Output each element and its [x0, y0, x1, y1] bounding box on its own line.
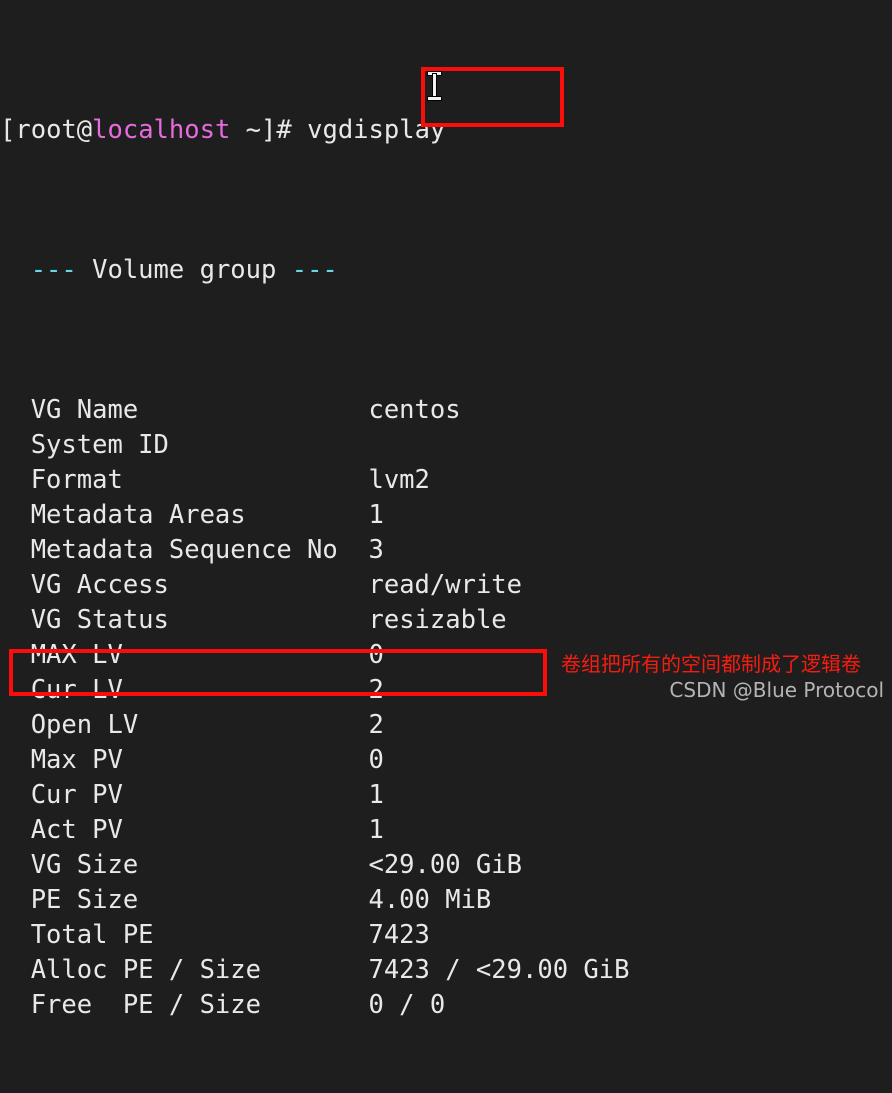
- vg-field-row: VG Name centos: [0, 393, 892, 428]
- vg-field-row: VG Status resizable: [0, 603, 892, 638]
- vg-field-gap: [246, 500, 369, 530]
- vg-field-row: Open LV 2: [0, 708, 892, 743]
- vg-field-label: Alloc PE / Size: [0, 955, 261, 985]
- vg-field-row: Cur PV 1: [0, 778, 892, 813]
- vg-field-value: 7423 / <29.00 GiB: [368, 955, 630, 985]
- vg-field-label: MAX LV: [0, 640, 123, 670]
- vg-field-row: Metadata Areas 1: [0, 498, 892, 533]
- vg-field-value: 0: [368, 745, 384, 775]
- vg-field-value: 7423: [368, 920, 430, 950]
- vg-field-gap: [123, 815, 369, 845]
- vg-field-value: 2: [368, 710, 384, 740]
- vg-field-label: VG Size: [0, 850, 139, 880]
- header-left-dashes: ---: [0, 255, 93, 285]
- vg-field-list: VG Name centos System ID Format lvm2 Met…: [0, 393, 892, 1023]
- vg-field-value: 3: [368, 535, 384, 565]
- vg-field-row: Act PV 1: [0, 813, 892, 848]
- vg-field-value: 1: [368, 815, 384, 845]
- vg-field-gap: [138, 885, 368, 915]
- vg-field-value: 0: [368, 640, 384, 670]
- text-ibeam-cursor-icon: [428, 71, 442, 101]
- vg-field-gap: [169, 430, 369, 460]
- vg-field-gap: [123, 465, 369, 495]
- vg-field-gap: [138, 850, 368, 880]
- prompt-path: ~: [230, 115, 262, 145]
- vg-field-gap: [123, 640, 369, 670]
- vg-field-row: Max PV 0: [0, 743, 892, 778]
- vg-field-gap: [261, 990, 368, 1020]
- prompt-hostname: localhost: [92, 115, 231, 145]
- vg-field-value: <29.00 GiB: [368, 850, 522, 880]
- header-right-dashes: ---: [276, 255, 338, 285]
- vg-field-gap: [169, 570, 369, 600]
- vg-field-label: Cur PV: [0, 780, 123, 810]
- prompt-open-bracket: [: [0, 115, 16, 145]
- vg-field-label: Max PV: [0, 745, 123, 775]
- vg-field-value: resizable: [368, 605, 507, 635]
- prompt-at-symbol: @: [76, 115, 93, 145]
- vg-field-label: Act PV: [0, 815, 123, 845]
- vg-field-gap: [261, 955, 368, 985]
- vg-field-label: VG Name: [0, 395, 139, 425]
- vg-field-gap: [123, 675, 369, 705]
- prompt-sigil: #: [276, 115, 308, 145]
- vg-field-label: Total PE: [0, 920, 154, 950]
- volume-group-header-line: --- Volume group ---: [0, 253, 892, 288]
- ibeam-bottom-serif: [428, 97, 441, 100]
- vg-field-value: lvm2: [368, 465, 430, 495]
- vg-field-row: Alloc PE / Size 7423 / <29.00 GiB: [0, 953, 892, 988]
- vg-field-label: VG Access: [0, 570, 169, 600]
- vg-field-gap: [138, 710, 368, 740]
- prompt-close-bracket: ]: [261, 115, 277, 145]
- vg-field-label: PE Size: [0, 885, 139, 915]
- ibeam-stem: [433, 74, 436, 98]
- vg-field-label: Open LV: [0, 710, 139, 740]
- command-text: vgdisplay: [307, 115, 446, 145]
- vg-field-gap: [154, 920, 369, 950]
- terminal-screen[interactable]: [root@localhost ~]# vgdisplay --- Volume…: [0, 0, 892, 1020]
- vg-field-gap: [123, 780, 369, 810]
- vg-field-label: Metadata Areas: [0, 500, 246, 530]
- vg-field-gap: [123, 745, 369, 775]
- vg-field-value: centos: [368, 395, 461, 425]
- prompt-user: root: [15, 115, 77, 145]
- vg-field-row: Free PE / Size 0 / 0: [0, 988, 892, 1023]
- vg-field-value: 1: [368, 500, 384, 530]
- vg-field-row: Format lvm2: [0, 463, 892, 498]
- vg-field-row: VG Size <29.00 GiB: [0, 848, 892, 883]
- vg-field-label: Cur LV: [0, 675, 123, 705]
- prompt-line: [root@localhost ~]# vgdisplay: [0, 113, 892, 148]
- vg-field-row: Metadata Sequence No 3: [0, 533, 892, 568]
- vg-field-row: VG Access read/write: [0, 568, 892, 603]
- vg-field-row: PE Size 4.00 MiB: [0, 883, 892, 918]
- csdn-watermark: CSDN @Blue Protocol: [669, 678, 884, 702]
- annotation-note: 卷组把所有的空间都制成了逻辑卷: [561, 652, 861, 676]
- vg-field-row: System ID: [0, 428, 892, 463]
- vg-field-value: read/write: [368, 570, 523, 600]
- vg-field-label: VG Status: [0, 605, 169, 635]
- header-title: Volume group: [92, 255, 277, 285]
- vg-field-gap: [338, 535, 369, 565]
- vg-field-label: Metadata Sequence No: [0, 535, 338, 565]
- vg-field-label: Format: [0, 465, 123, 495]
- vg-field-gap: [169, 605, 369, 635]
- vg-field-value: 2: [368, 675, 384, 705]
- vg-field-label: System ID: [0, 430, 169, 460]
- vg-field-row: Total PE 7423: [0, 918, 892, 953]
- vg-field-value: 1: [368, 780, 384, 810]
- vg-field-label: Free PE / Size: [0, 990, 261, 1020]
- vg-field-value: 4.00 MiB: [368, 885, 492, 915]
- vg-field-value: 0 / 0: [368, 990, 446, 1020]
- vg-field-gap: [138, 395, 368, 425]
